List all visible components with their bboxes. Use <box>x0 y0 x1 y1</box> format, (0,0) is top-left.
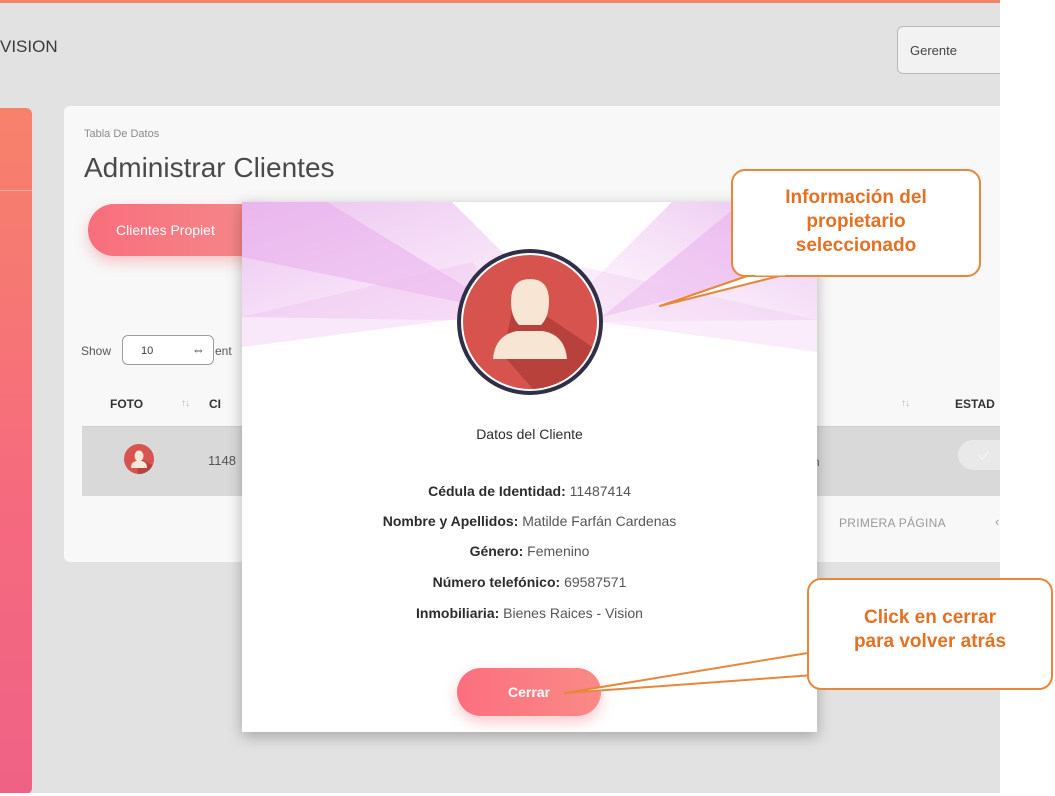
callout-pointer-joins <box>755 272 855 672</box>
